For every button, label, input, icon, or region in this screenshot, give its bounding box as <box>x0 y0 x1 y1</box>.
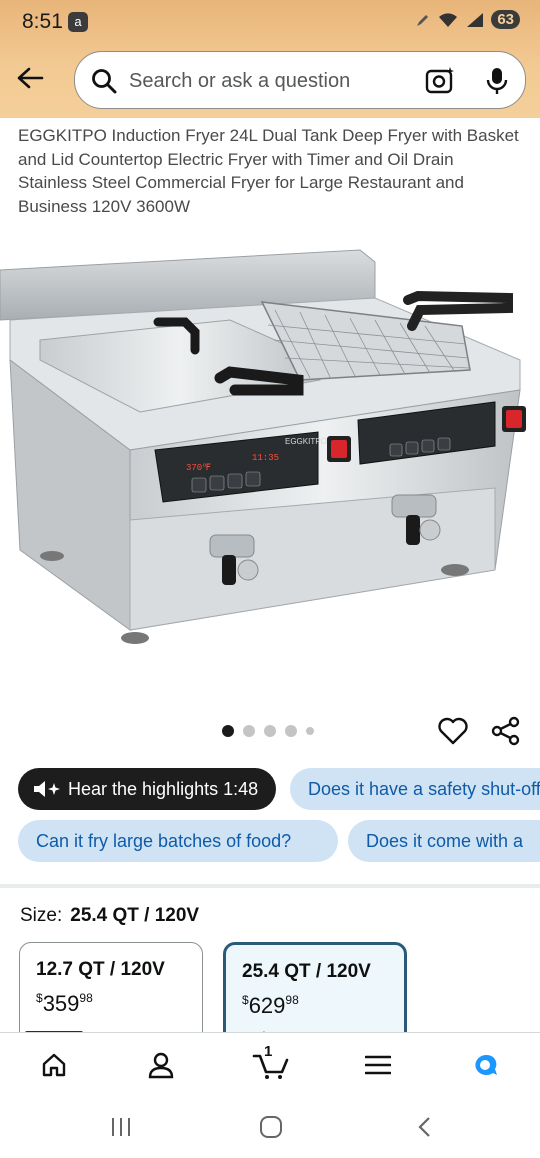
system-navigation-bar <box>0 1094 540 1158</box>
add-to-list-button[interactable] <box>437 715 471 749</box>
nav-rufus[interactable] <box>466 1047 506 1083</box>
recent-apps-icon <box>112 1118 130 1136</box>
heart-icon <box>438 717 468 745</box>
search-bar[interactable] <box>74 51 526 109</box>
share-button[interactable] <box>490 715 524 749</box>
chevron-left-icon <box>418 1117 430 1137</box>
size-selected-value: 25.4 QT / 120V <box>70 905 200 926</box>
notification-icon: a <box>68 12 88 32</box>
hear-highlights-label: Hear the highlights 1:48 <box>68 778 259 799</box>
person-icon <box>148 1052 174 1079</box>
status-time: 8:51 <box>22 10 63 33</box>
price-currency: $ <box>36 991 43 1005</box>
signal-icon <box>467 12 484 27</box>
size-selector-label: Size: 25.4 QT / 120V <box>20 905 199 927</box>
section-divider <box>0 884 540 888</box>
cart-count-badge: 1 <box>264 1043 273 1060</box>
search-input[interactable] <box>129 64 399 98</box>
back-arrow-icon <box>17 67 44 89</box>
status-bar: 8:51 a 63 <box>0 0 540 44</box>
home-icon <box>42 1053 66 1077</box>
share-icon <box>491 716 520 746</box>
panel-display-left: 370℉ <box>186 463 211 473</box>
screen: 8:51 a 63 EGGKITPO Induction Fryer 24L D… <box>0 0 540 1158</box>
back-system-button[interactable] <box>410 1112 440 1142</box>
price-fraction: 98 <box>285 993 299 1007</box>
size-label: Size: <box>20 905 63 926</box>
speaker-sparkle-icon <box>32 779 62 799</box>
size-option-price: $62998 <box>242 993 299 1019</box>
recent-apps-button[interactable] <box>106 1112 136 1142</box>
carousel-dot[interactable] <box>264 725 276 737</box>
price-fraction: 98 <box>79 991 93 1005</box>
price-currency: $ <box>242 993 249 1007</box>
nav-menu[interactable] <box>358 1047 398 1083</box>
rufus-assistant-icon <box>475 1055 497 1075</box>
price-whole: 359 <box>42 991 80 1016</box>
hear-highlights-button[interactable]: Hear the highlights 1:48 <box>18 768 276 810</box>
home-system-button[interactable] <box>256 1112 286 1142</box>
carousel-dot[interactable] <box>306 727 314 735</box>
pen-icon <box>417 14 429 26</box>
question-chip-label: Does it have a safety shut-off? <box>308 778 540 799</box>
question-chip-label: Does it come with a <box>366 830 524 851</box>
product-image[interactable]: 370℉ 11:35 EGGKITPO <box>0 240 540 670</box>
nav-account[interactable] <box>141 1047 181 1083</box>
wifi-icon <box>439 12 458 27</box>
panel-display-right: 11:35 <box>252 453 279 463</box>
question-chip-label: Can it fry large batches of food? <box>36 830 292 851</box>
size-option-name: 25.4 QT / 120V <box>242 961 371 982</box>
question-chip-safety[interactable]: Does it have a safety shut-off? <box>290 768 540 810</box>
carousel-dot[interactable] <box>222 725 234 737</box>
product-title[interactable]: EGGKITPO Induction Fryer 24L Dual Tank D… <box>18 124 524 218</box>
nav-home[interactable] <box>34 1047 74 1083</box>
price-whole: 629 <box>248 993 286 1018</box>
panel-brand: EGGKITPO <box>285 437 327 446</box>
question-chip-batches[interactable]: Can it fry large batches of food? <box>18 820 338 862</box>
status-icons: 63 <box>415 10 520 29</box>
bottom-navigation: 1 <box>0 1032 540 1094</box>
size-option-price: $35998 <box>36 991 93 1017</box>
search-icon <box>92 69 117 94</box>
question-chip-comes-with[interactable]: Does it come with a <box>348 820 540 862</box>
carousel-dot[interactable] <box>285 725 297 737</box>
microphone-icon[interactable] <box>485 66 509 96</box>
home-circle-icon <box>260 1116 282 1138</box>
image-carousel-dots[interactable] <box>222 725 314 737</box>
size-option-name: 12.7 QT / 120V <box>36 959 165 980</box>
carousel-dot[interactable] <box>243 725 255 737</box>
battery-indicator: 63 <box>491 10 520 29</box>
hamburger-menu-icon <box>365 1055 391 1075</box>
back-button[interactable] <box>12 60 48 96</box>
nav-cart[interactable]: 1 <box>249 1043 293 1083</box>
camera-lens-icon[interactable] <box>425 66 455 96</box>
